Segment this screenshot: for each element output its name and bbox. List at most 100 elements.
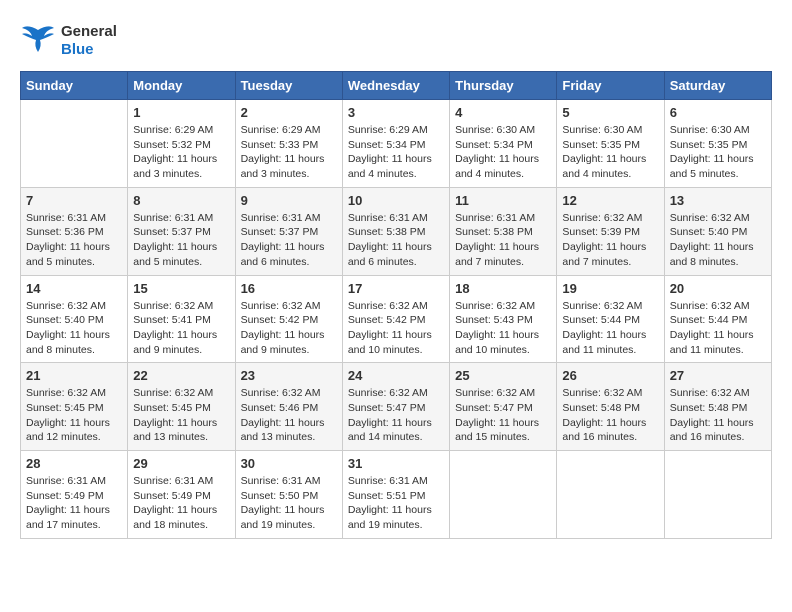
day-info: Sunrise: 6:29 AM Sunset: 5:34 PM Dayligh… [348, 123, 444, 182]
day-number: 24 [348, 368, 444, 383]
day-info: Sunrise: 6:32 AM Sunset: 5:45 PM Dayligh… [133, 386, 229, 445]
day-info: Sunrise: 6:32 AM Sunset: 5:45 PM Dayligh… [26, 386, 122, 445]
day-info: Sunrise: 6:31 AM Sunset: 5:49 PM Dayligh… [26, 474, 122, 533]
day-info: Sunrise: 6:32 AM Sunset: 5:46 PM Dayligh… [241, 386, 337, 445]
calendar-cell: 2 Sunrise: 6:29 AM Sunset: 5:33 PM Daylig… [235, 100, 342, 188]
calendar-cell: 16Sunrise: 6:32 AM Sunset: 5:42 PM Dayli… [235, 275, 342, 363]
day-number: 26 [562, 368, 658, 383]
calendar-cell: 30 Sunrise: 6:31 AM Sunset: 5:50 PM Dayli… [235, 451, 342, 539]
calendar-cell: 15Sunrise: 6:32 AM Sunset: 5:41 PM Dayli… [128, 275, 235, 363]
day-info: Sunrise: 6:31 AM Sunset: 5:38 PM Dayligh… [348, 211, 444, 270]
calendar-cell: 21 Sunrise: 6:32 AM Sunset: 5:45 PM Dayli… [21, 363, 128, 451]
day-number: 21 [26, 368, 122, 383]
calendar-cell: 27 Sunrise: 6:32 AM Sunset: 5:48 PM Dayli… [664, 363, 771, 451]
logo-blue: Blue [61, 41, 117, 59]
day-number: 29 [133, 456, 229, 471]
calendar-cell: 10 Sunrise: 6:31 AM Sunset: 5:38 PM Dayli… [342, 187, 449, 275]
day-info: Sunrise: 6:32 AM Sunset: 5:47 PM Dayligh… [348, 386, 444, 445]
day-info: Sunrise: 6:32 AM Sunset: 5:39 PM Dayligh… [562, 211, 658, 270]
weekday-wednesday: Wednesday [342, 72, 449, 100]
logo-general: General [61, 23, 117, 41]
calendar-cell: 25 Sunrise: 6:32 AM Sunset: 5:47 PM Dayli… [450, 363, 557, 451]
calendar-cell: 7Sunrise: 6:31 AM Sunset: 5:36 PM Daylig… [21, 187, 128, 275]
calendar-cell: 4 Sunrise: 6:30 AM Sunset: 5:34 PM Daylig… [450, 100, 557, 188]
calendar-cell: 23 Sunrise: 6:32 AM Sunset: 5:46 PM Dayli… [235, 363, 342, 451]
day-info: Sunrise: 6:31 AM Sunset: 5:37 PM Dayligh… [133, 211, 229, 270]
day-info: Sunrise: 6:31 AM Sunset: 5:50 PM Dayligh… [241, 474, 337, 533]
calendar-cell [557, 451, 664, 539]
day-number: 4 [455, 105, 551, 120]
calendar-cell: 31 Sunrise: 6:31 AM Sunset: 5:51 PM Dayli… [342, 451, 449, 539]
calendar-cell: 17Sunrise: 6:32 AM Sunset: 5:42 PM Dayli… [342, 275, 449, 363]
page-header: General Blue [20, 20, 772, 61]
day-number: 6 [670, 105, 766, 120]
day-info: Sunrise: 6:32 AM Sunset: 5:40 PM Dayligh… [26, 299, 122, 358]
calendar-cell: 1Sunrise: 6:29 AM Sunset: 5:32 PM Daylig… [128, 100, 235, 188]
day-number: 2 [241, 105, 337, 120]
calendar-week-3: 14 Sunrise: 6:32 AM Sunset: 5:40 PM Dayli… [21, 275, 772, 363]
day-number: 28 [26, 456, 122, 471]
calendar-cell: 8 Sunrise: 6:31 AM Sunset: 5:37 PM Daylig… [128, 187, 235, 275]
day-number: 31 [348, 456, 444, 471]
calendar-cell [21, 100, 128, 188]
day-number: 12 [562, 193, 658, 208]
day-number: 10 [348, 193, 444, 208]
calendar-week-2: 7Sunrise: 6:31 AM Sunset: 5:36 PM Daylig… [21, 187, 772, 275]
day-number: 13 [670, 193, 766, 208]
day-info: Sunrise: 6:32 AM Sunset: 5:47 PM Dayligh… [455, 386, 551, 445]
weekday-thursday: Thursday [450, 72, 557, 100]
day-info: Sunrise: 6:31 AM Sunset: 5:49 PM Dayligh… [133, 474, 229, 533]
calendar-cell: 14 Sunrise: 6:32 AM Sunset: 5:40 PM Dayli… [21, 275, 128, 363]
day-number: 3 [348, 105, 444, 120]
calendar-cell: 26 Sunrise: 6:32 AM Sunset: 5:48 PM Dayli… [557, 363, 664, 451]
day-info: Sunrise: 6:32 AM Sunset: 5:43 PM Dayligh… [455, 299, 551, 358]
day-number: 20 [670, 281, 766, 296]
logo: General Blue [20, 20, 117, 61]
day-info: Sunrise: 6:32 AM Sunset: 5:48 PM Dayligh… [670, 386, 766, 445]
calendar-table: SundayMondayTuesdayWednesdayThursdayFrid… [20, 71, 772, 539]
calendar-cell: 19Sunrise: 6:32 AM Sunset: 5:44 PM Dayli… [557, 275, 664, 363]
day-number: 25 [455, 368, 551, 383]
weekday-saturday: Saturday [664, 72, 771, 100]
calendar-cell: 24 Sunrise: 6:32 AM Sunset: 5:47 PM Dayli… [342, 363, 449, 451]
day-number: 8 [133, 193, 229, 208]
day-info: Sunrise: 6:29 AM Sunset: 5:33 PM Dayligh… [241, 123, 337, 182]
calendar-cell: 12 Sunrise: 6:32 AM Sunset: 5:39 PM Dayli… [557, 187, 664, 275]
day-number: 19 [562, 281, 658, 296]
day-info: Sunrise: 6:31 AM Sunset: 5:36 PM Dayligh… [26, 211, 122, 270]
calendar-cell: 22Sunrise: 6:32 AM Sunset: 5:45 PM Dayli… [128, 363, 235, 451]
day-number: 27 [670, 368, 766, 383]
weekday-monday: Monday [128, 72, 235, 100]
calendar-body: 1Sunrise: 6:29 AM Sunset: 5:32 PM Daylig… [21, 100, 772, 539]
day-info: Sunrise: 6:31 AM Sunset: 5:37 PM Dayligh… [241, 211, 337, 270]
weekday-friday: Friday [557, 72, 664, 100]
day-info: Sunrise: 6:32 AM Sunset: 5:41 PM Dayligh… [133, 299, 229, 358]
calendar-cell: 11Sunrise: 6:31 AM Sunset: 5:38 PM Dayli… [450, 187, 557, 275]
day-info: Sunrise: 6:31 AM Sunset: 5:38 PM Dayligh… [455, 211, 551, 270]
calendar-cell: 6Sunrise: 6:30 AM Sunset: 5:35 PM Daylig… [664, 100, 771, 188]
weekday-tuesday: Tuesday [235, 72, 342, 100]
day-info: Sunrise: 6:30 AM Sunset: 5:35 PM Dayligh… [562, 123, 658, 182]
day-info: Sunrise: 6:32 AM Sunset: 5:44 PM Dayligh… [670, 299, 766, 358]
day-info: Sunrise: 6:30 AM Sunset: 5:34 PM Dayligh… [455, 123, 551, 182]
calendar-cell: 3 Sunrise: 6:29 AM Sunset: 5:34 PM Daylig… [342, 100, 449, 188]
day-number: 14 [26, 281, 122, 296]
calendar-cell [664, 451, 771, 539]
calendar-cell: 18Sunrise: 6:32 AM Sunset: 5:43 PM Dayli… [450, 275, 557, 363]
calendar-cell: 28 Sunrise: 6:31 AM Sunset: 5:49 PM Dayli… [21, 451, 128, 539]
day-info: Sunrise: 6:32 AM Sunset: 5:48 PM Dayligh… [562, 386, 658, 445]
calendar-cell: 5Sunrise: 6:30 AM Sunset: 5:35 PM Daylig… [557, 100, 664, 188]
day-info: Sunrise: 6:29 AM Sunset: 5:32 PM Dayligh… [133, 123, 229, 182]
calendar-cell [450, 451, 557, 539]
day-info: Sunrise: 6:32 AM Sunset: 5:42 PM Dayligh… [348, 299, 444, 358]
calendar-cell: 13 Sunrise: 6:32 AM Sunset: 5:40 PM Dayli… [664, 187, 771, 275]
calendar-week-4: 21 Sunrise: 6:32 AM Sunset: 5:45 PM Dayli… [21, 363, 772, 451]
calendar-week-1: 1Sunrise: 6:29 AM Sunset: 5:32 PM Daylig… [21, 100, 772, 188]
day-number: 9 [241, 193, 337, 208]
day-info: Sunrise: 6:32 AM Sunset: 5:42 PM Dayligh… [241, 299, 337, 358]
day-number: 30 [241, 456, 337, 471]
day-info: Sunrise: 6:31 AM Sunset: 5:51 PM Dayligh… [348, 474, 444, 533]
day-info: Sunrise: 6:32 AM Sunset: 5:40 PM Dayligh… [670, 211, 766, 270]
logo-bird-icon [20, 20, 56, 56]
day-number: 23 [241, 368, 337, 383]
